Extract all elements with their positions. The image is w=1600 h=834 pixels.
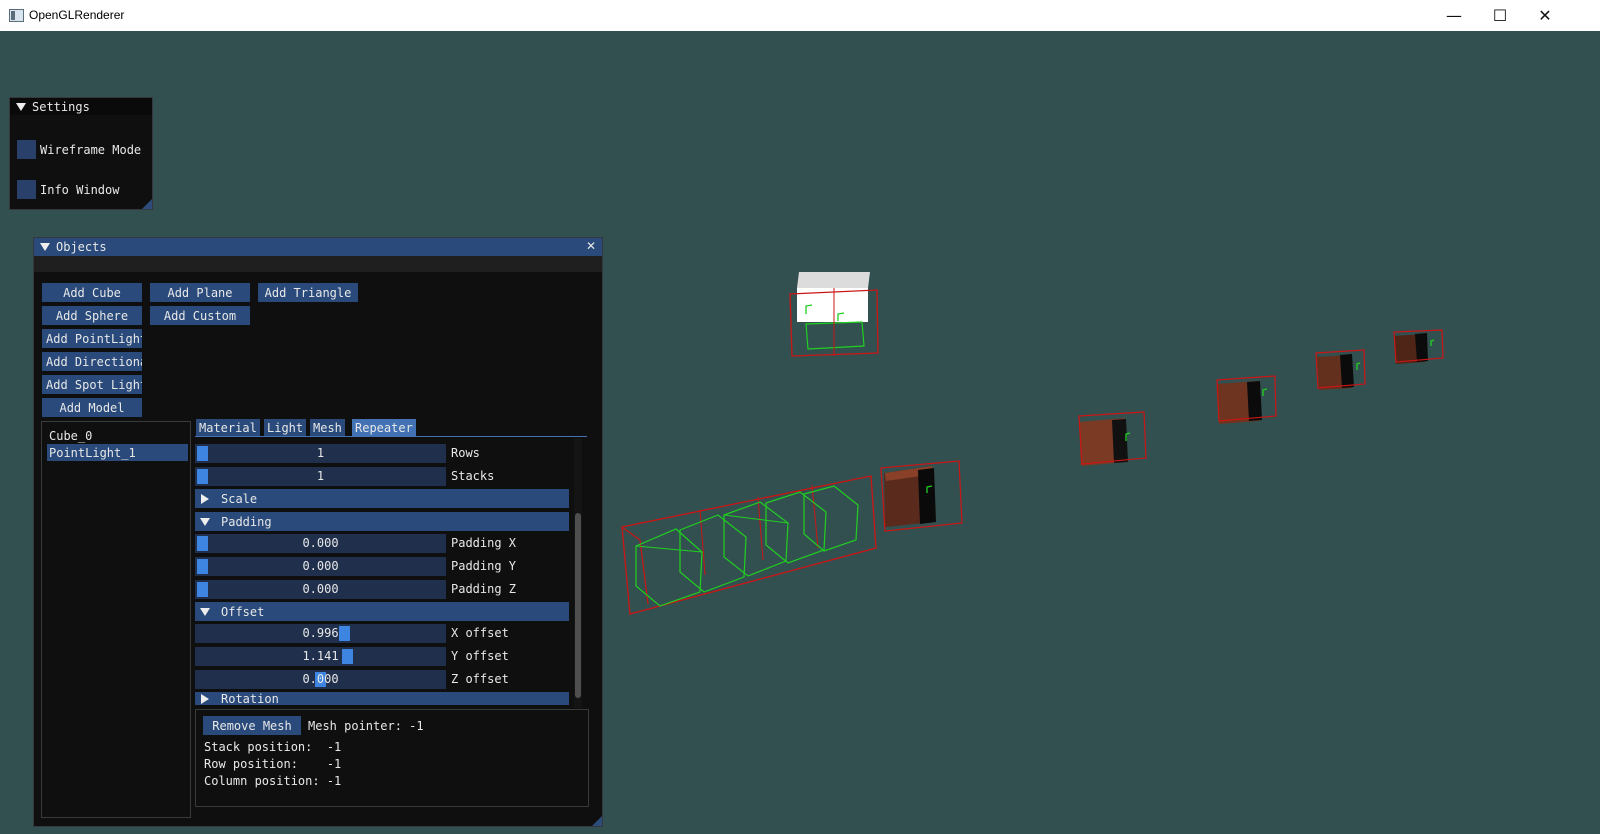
mesh-pointer-text: Mesh pointer: -1 bbox=[308, 719, 424, 733]
info-window-checkbox[interactable] bbox=[17, 180, 36, 199]
z-offset-label: Z offset bbox=[451, 672, 509, 686]
padding-x-slider[interactable]: 0.000 bbox=[195, 534, 446, 553]
close-icon[interactable]: ✕ bbox=[586, 239, 596, 253]
close-icon[interactable]: ✕ bbox=[1522, 0, 1568, 30]
add-spotlight-button[interactable]: Add Spot Light bbox=[42, 375, 142, 394]
settings-title: Settings bbox=[32, 99, 90, 114]
column-position-text: Column position: -1 bbox=[204, 774, 342, 788]
padding-y-slider[interactable]: 0.000 bbox=[195, 557, 446, 576]
brown-cube-5[interactable] bbox=[1393, 329, 1444, 364]
add-model-button[interactable]: Add Model bbox=[42, 398, 142, 417]
padding-z-slider[interactable]: 0.000 bbox=[195, 580, 446, 599]
info-window-label: Info Window bbox=[40, 183, 120, 197]
add-triangle-button[interactable]: Add Triangle bbox=[258, 283, 358, 302]
add-pointlight-button[interactable]: Add PointLight bbox=[42, 329, 142, 348]
scale-header[interactable]: Scale bbox=[195, 489, 569, 508]
rows-label: Rows bbox=[451, 446, 480, 460]
object-list[interactable]: Cube_0 PointLight_1 bbox=[41, 421, 191, 818]
objects-window[interactable]: Objects ✕ Add Cube Add Plane Add Triangl… bbox=[33, 237, 603, 827]
objects-header[interactable]: Objects ✕ bbox=[34, 238, 602, 256]
settings-window[interactable]: Settings Wireframe Mode Info Window bbox=[9, 97, 153, 210]
objects-title: Objects bbox=[56, 240, 107, 254]
wireframe-label: Wireframe Mode bbox=[40, 143, 142, 157]
tab-mesh[interactable]: Mesh bbox=[310, 419, 345, 436]
brown-cube-2[interactable] bbox=[1078, 411, 1147, 466]
resize-grip[interactable] bbox=[142, 199, 152, 209]
padding-y-label: Padding Y bbox=[451, 559, 517, 573]
wireframe-checkbox[interactable] bbox=[17, 140, 36, 159]
add-sphere-button[interactable]: Add Sphere bbox=[42, 306, 142, 325]
collapse-arrow-icon bbox=[200, 607, 210, 616]
add-plane-button[interactable]: Add Plane bbox=[150, 283, 250, 302]
resize-grip[interactable] bbox=[592, 816, 602, 826]
stacks-label: Stacks bbox=[451, 469, 495, 483]
collapse-arrow-icon[interactable] bbox=[16, 102, 26, 111]
window-title: OpenGLRenderer bbox=[29, 8, 125, 22]
offset-header[interactable]: Offset bbox=[195, 602, 569, 621]
padding-x-label: Padding X bbox=[451, 536, 517, 550]
brown-cube-1[interactable] bbox=[880, 460, 963, 532]
tab-repeater[interactable]: Repeater bbox=[352, 419, 416, 436]
z-offset-slider[interactable]: 0.000 bbox=[195, 670, 446, 689]
tab-light[interactable]: Light bbox=[264, 419, 307, 436]
row-position-text: Row position: -1 bbox=[204, 757, 342, 771]
y-offset-slider[interactable]: 1.141 bbox=[195, 647, 446, 666]
add-directional-button[interactable]: Add Directional bbox=[42, 352, 142, 371]
tab-material[interactable]: Material bbox=[196, 419, 260, 436]
pointlight-cube[interactable] bbox=[789, 272, 879, 357]
gizmo-marks bbox=[805, 304, 1435, 493]
padding-header[interactable]: Padding bbox=[195, 512, 569, 531]
menu-bar bbox=[34, 256, 602, 272]
rotation-header[interactable]: Rotation bbox=[195, 692, 569, 705]
brown-cube-3[interactable] bbox=[1216, 375, 1277, 424]
x-offset-slider[interactable]: 0.996 bbox=[195, 624, 446, 643]
stack-position-text: Stack position: -1 bbox=[204, 740, 342, 754]
app-icon bbox=[9, 9, 24, 22]
rows-slider[interactable]: 1 bbox=[195, 444, 446, 463]
add-cube-button[interactable]: Add Cube bbox=[42, 283, 142, 302]
tab-underline bbox=[195, 436, 587, 437]
remove-mesh-button[interactable]: Remove Mesh bbox=[203, 716, 301, 735]
minimize-icon[interactable]: — bbox=[1431, 0, 1477, 30]
maximize-icon[interactable]: ☐ bbox=[1477, 0, 1523, 30]
collapse-arrow-icon bbox=[200, 517, 210, 526]
y-offset-label: Y offset bbox=[451, 649, 509, 663]
settings-header[interactable]: Settings bbox=[10, 98, 152, 115]
window-titlebar: OpenGLRenderer — ☐ ✕ bbox=[0, 0, 1600, 32]
scrollbar-track[interactable] bbox=[574, 438, 582, 708]
mesh-info-panel: Remove Mesh Mesh pointer: -1 Stack posit… bbox=[195, 709, 589, 807]
add-custom-button[interactable]: Add Custom bbox=[150, 306, 250, 325]
expand-arrow-icon bbox=[201, 493, 209, 504]
stacks-slider[interactable]: 1 bbox=[195, 467, 446, 486]
padding-z-label: Padding Z bbox=[451, 582, 517, 596]
list-item[interactable]: Cube_0 bbox=[49, 429, 92, 443]
collapse-arrow-icon[interactable] bbox=[40, 243, 50, 251]
expand-arrow-icon bbox=[201, 693, 209, 704]
list-item-selected[interactable]: PointLight_1 bbox=[47, 444, 188, 461]
wireframe-cubes[interactable] bbox=[621, 475, 877, 615]
x-offset-label: X offset bbox=[451, 626, 509, 640]
scrollbar-thumb[interactable] bbox=[575, 513, 581, 698]
